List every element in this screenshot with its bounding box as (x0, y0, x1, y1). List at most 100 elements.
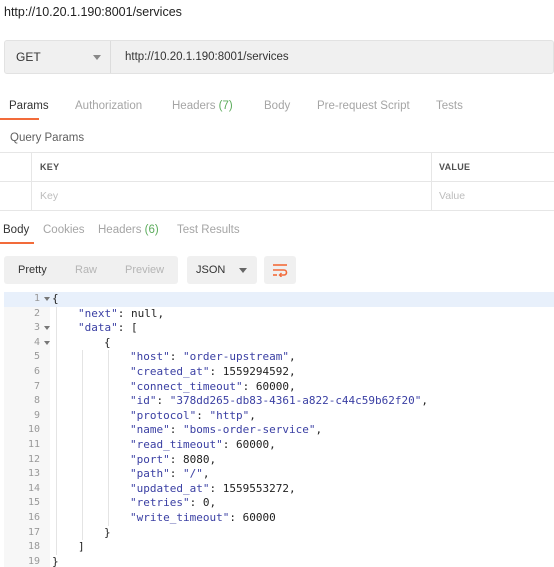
code-text: "updated_at": 1559553272, (130, 481, 296, 495)
code-text: "created_at": 1559294592, (130, 364, 296, 378)
fold-toggle-icon[interactable] (44, 340, 50, 345)
tab-body[interactable]: Body (264, 92, 290, 112)
tab-response-body[interactable]: Body (3, 224, 29, 236)
tab-response-headers[interactable]: Headers (6) (98, 224, 159, 236)
row-checkbox[interactable] (0, 182, 32, 210)
json-key: "created_at" (130, 364, 210, 378)
json-value: "378dd265-db83-4361-a822-c44c59b62f20" (169, 394, 422, 408)
json-value: [ (131, 321, 138, 335)
line-number: 15 (27, 497, 40, 509)
active-tab-underline (0, 118, 39, 120)
code-text: "name": "boms-order-service", (130, 423, 323, 437)
raw-button[interactable]: Raw (75, 264, 97, 276)
fold-toggle-icon[interactable] (44, 297, 50, 301)
line-number: 6 (33, 365, 40, 377)
tab-params[interactable]: Params (0, 92, 49, 120)
wrap-lines-button[interactable] (264, 256, 296, 284)
tab-headers-count: (7) (218, 100, 233, 112)
json-value: 8080 (183, 452, 210, 466)
code-line: 11 "read_timeout": 60000, (4, 438, 554, 453)
code-line: 3 "data": [ (4, 321, 554, 336)
request-bar: GET http://10.20.1.190:8001/services (4, 40, 554, 74)
code-line: 6 "created_at": 1559294592, (4, 365, 554, 380)
code-line: 18] (4, 540, 554, 555)
tab-authorization[interactable]: Authorization (75, 92, 142, 112)
code-text: "retries": 0, (130, 496, 217, 510)
code-line: 7 "connect_timeout": 60000, (4, 380, 554, 395)
value-input[interactable]: Value (432, 182, 554, 210)
json-value: "/" (183, 467, 203, 481)
line-number: 1 (33, 293, 40, 304)
code-line: 13 "path": "/", (4, 467, 554, 482)
json-value: 60000 (255, 379, 289, 393)
code-text: "id": "378dd265-db83-4361-a822-c44c59b62… (130, 394, 429, 408)
code-text: "read_timeout": 60000, (130, 437, 276, 451)
json-value: 60000 (242, 510, 276, 524)
json-value: "http" (209, 408, 250, 422)
fold-toggle-icon[interactable] (44, 326, 50, 331)
code-line: 8 "id": "378dd265-db83-4361-a822-c44c59b6… (4, 394, 554, 409)
code-text: "write_timeout": 60000 (130, 510, 276, 524)
tab-tests[interactable]: Tests (436, 92, 463, 112)
json-key: "host" (130, 350, 170, 364)
code-line: 12 "port": 8080, (4, 453, 554, 468)
tab-headers-label: Headers (172, 100, 216, 112)
json-value: 1559553272 (222, 481, 289, 495)
code-text: "port": 8080, (130, 452, 217, 466)
json-key: "name" (130, 423, 170, 437)
code-text: "connect_timeout": 60000, (130, 379, 296, 393)
tab-cookies[interactable]: Cookies (43, 224, 85, 236)
method-label: GET (16, 50, 41, 64)
json-key: "data" (78, 321, 118, 335)
code-line: 16 "write_timeout": 60000 (4, 511, 554, 526)
code-text: "host": "order-upstream", (130, 350, 296, 364)
line-number: 5 (33, 351, 40, 363)
code-text: "protocol": "http", (130, 408, 256, 422)
json-value: null (131, 306, 158, 320)
response-body-editor[interactable]: 1{2 "next": null, 3 "data": [4{5 "host": "or… (4, 292, 554, 567)
line-number: 13 (27, 468, 40, 480)
format-label: JSON (196, 264, 226, 276)
line-number: 18 (27, 541, 40, 553)
json-key: "write_timeout" (130, 510, 230, 524)
table-header-row: KEY VALUE (0, 153, 554, 182)
indent-guide (108, 350, 109, 526)
line-number: 17 (27, 526, 40, 538)
json-key: "path" (130, 467, 170, 481)
json-key: "next" (78, 306, 118, 320)
line-number: 11 (27, 438, 40, 450)
tab-params-label: Params (9, 100, 49, 112)
code-text: { (104, 335, 111, 349)
json-value: "order-upstream" (183, 350, 289, 364)
format-dropdown[interactable]: JSON (187, 256, 257, 284)
response-tabs: Body Cookies Headers (6) Test Results (0, 222, 554, 250)
line-number: 12 (27, 453, 40, 465)
request-tabs: Params Authorization Headers (7) Body Pr… (0, 92, 554, 122)
preview-button[interactable]: Preview (125, 264, 164, 276)
line-number: 14 (27, 482, 40, 494)
indent-guide (82, 350, 83, 541)
json-key: "port" (130, 452, 170, 466)
line-number: 9 (33, 409, 40, 421)
code-text: "data": [ (78, 321, 138, 335)
json-value: "boms-order-service" (183, 423, 316, 437)
tab-response-headers-label: Headers (98, 224, 142, 236)
json-key: "updated_at" (130, 481, 210, 495)
request-url-input[interactable]: http://10.20.1.190:8001/services (111, 51, 289, 63)
method-dropdown[interactable]: GET (5, 41, 111, 73)
tab-headers[interactable]: Headers (7) (172, 92, 233, 112)
line-number: 8 (33, 395, 40, 407)
key-input[interactable]: Key (32, 182, 432, 210)
line-number: 4 (33, 336, 40, 348)
line-number: 10 (27, 424, 40, 436)
active-tab-underline (0, 242, 34, 244)
pretty-button[interactable]: Pretty (18, 264, 47, 276)
tab-prerequest-script[interactable]: Pre-request Script (317, 92, 410, 112)
page-url-title: http://10.20.1.190:8001/services (4, 5, 182, 19)
json-value: 60000 (235, 437, 270, 451)
json-key: "connect_timeout" (130, 379, 243, 393)
json-key: "id" (130, 394, 157, 408)
tab-test-results[interactable]: Test Results (177, 224, 240, 236)
code-text: ] (78, 540, 85, 554)
indent-guide (56, 306, 57, 555)
